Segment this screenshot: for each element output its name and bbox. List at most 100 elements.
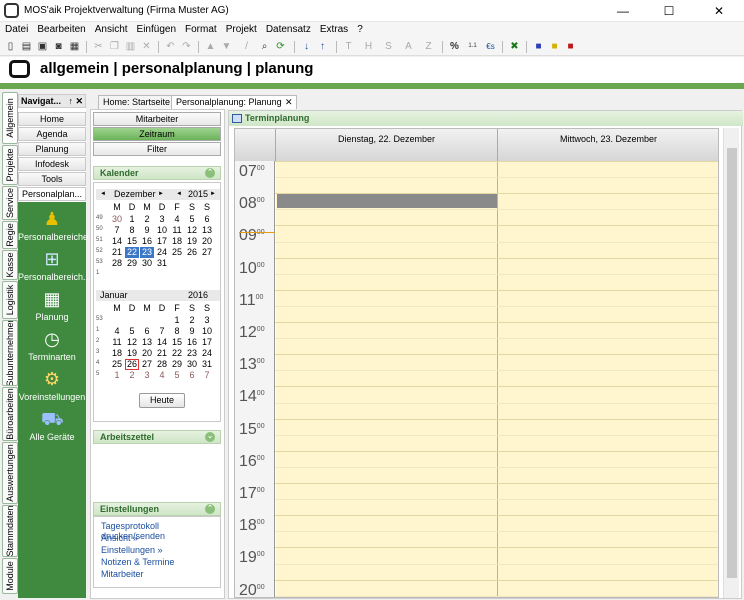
minimize-button[interactable]: —	[600, 0, 646, 22]
calendar-day[interactable]: 7	[155, 326, 169, 337]
calendar-day[interactable]: 16	[185, 337, 199, 348]
excel-icon[interactable]: ✖	[508, 40, 521, 53]
print-preview-icon[interactable]: ◙	[52, 40, 65, 53]
einstellungen-section-header[interactable]: Einstellungen ⌃	[93, 502, 221, 516]
calendar-day[interactable]: 24	[200, 348, 214, 359]
view-zeitraum-button[interactable]: Zeitraum	[93, 127, 221, 141]
arbeitszettel-section-header[interactable]: Arbeitszettel ⌄	[93, 430, 221, 444]
cut-icon[interactable]: ✂	[92, 40, 105, 53]
close-window-button[interactable]: ✕	[696, 0, 742, 22]
vtab-projekte[interactable]: Projekte	[2, 145, 18, 185]
link-ansicht[interactable]: Ansicht »	[101, 533, 138, 543]
calendar-day[interactable]: 6	[140, 326, 154, 337]
move-down-icon[interactable]: ▼	[220, 40, 233, 53]
calendar-day[interactable]: 6	[200, 214, 214, 225]
calendar-day[interactable]: 29	[125, 258, 139, 269]
vtab-module[interactable]: Module	[2, 558, 18, 594]
calendar-day[interactable]: 30	[110, 214, 124, 225]
calendar-day[interactable]: 21	[155, 348, 169, 359]
calendar-day[interactable]: 5	[185, 214, 199, 225]
calendar-day[interactable]: 18	[110, 348, 124, 359]
calendar-day[interactable]: 16	[140, 236, 154, 247]
nav-item-planung[interactable]: ▦ Planung	[18, 288, 86, 322]
kalender-section-header[interactable]: Kalender ⌃	[93, 166, 221, 180]
refresh-icon[interactable]: ⟳	[274, 40, 287, 53]
calendar-day[interactable]: 4	[155, 370, 169, 381]
calendar-day[interactable]: 27	[200, 247, 214, 258]
vertical-scrollbar[interactable]	[723, 128, 739, 598]
vtab-logistik[interactable]: Logistik	[2, 281, 18, 319]
calendar-day[interactable]: 4	[170, 214, 184, 225]
calendar-day[interactable]: 14	[155, 337, 169, 348]
vtab-service[interactable]: Service	[2, 186, 18, 220]
vtab-kasse[interactable]: Kasse	[2, 250, 18, 280]
sort-descending-icon[interactable]: ↑	[316, 40, 329, 53]
calendar-day[interactable]: 19	[125, 348, 139, 359]
tab-home-startseite[interactable]: Home: Startseite	[98, 95, 176, 109]
vtab-allgemein[interactable]: Allgemein	[2, 92, 18, 144]
nav-planung-button[interactable]: Planung	[18, 142, 86, 156]
calendar-day[interactable]: 14	[110, 236, 124, 247]
calendar-day[interactable]: 3	[140, 370, 154, 381]
calendar-day[interactable]: 21	[110, 247, 124, 258]
menu-extras[interactable]: Extras	[315, 22, 352, 35]
nav-personalplanung-button[interactable]: Personalplan...	[18, 187, 86, 201]
collapse-icon[interactable]: ⌃	[205, 168, 215, 178]
format-t-icon[interactable]: T	[342, 40, 355, 53]
menu-bearbeiten[interactable]: Bearbeiten	[32, 22, 89, 35]
calendar-day[interactable]: 5	[125, 326, 139, 337]
vtab-auswertungen[interactable]: Auswertungen	[2, 442, 18, 504]
calendar-day[interactable]: 31	[200, 359, 214, 370]
calendar-day[interactable]: 23	[140, 247, 154, 258]
close-icon[interactable]: ✕	[75, 95, 83, 107]
calendar-day[interactable]: 30	[185, 359, 199, 370]
calendar-day[interactable]: 28	[110, 258, 124, 269]
delete-icon[interactable]: ✕	[140, 40, 153, 53]
paste-icon[interactable]: ▥	[124, 40, 137, 53]
menu-format[interactable]: Format	[180, 22, 221, 35]
calendar-day[interactable]: 10	[200, 326, 214, 337]
calendar-day[interactable]: 2	[125, 370, 139, 381]
nav-item-personalbereiche[interactable]: ♟ Personalbereiche	[18, 208, 88, 242]
calendar-day[interactable]: 2	[185, 315, 199, 326]
calendar-day[interactable]: 1	[125, 214, 139, 225]
move-up-icon[interactable]: ▲	[204, 40, 217, 53]
calendar-day[interactable]: 25	[170, 247, 184, 258]
sort-ascending-icon[interactable]: ↓	[300, 40, 313, 53]
menu-datei[interactable]: Datei	[0, 22, 32, 35]
view-mitarbeiter-button[interactable]: Mitarbeiter	[93, 112, 221, 126]
nav-agenda-button[interactable]: Agenda	[18, 127, 86, 141]
menu-datensatz[interactable]: Datensatz	[261, 22, 315, 35]
calendar-day[interactable]: 3	[200, 315, 214, 326]
calendar-day[interactable]: 15	[170, 337, 184, 348]
pen-icon[interactable]: /	[240, 40, 253, 53]
calendar-day[interactable]: 18	[170, 236, 184, 247]
format-z-icon[interactable]: Z	[422, 40, 435, 53]
vtab-regie[interactable]: Regie	[2, 221, 18, 249]
calendar-day[interactable]: 11	[110, 337, 124, 348]
calendar-day[interactable]: 26	[125, 359, 139, 370]
nav-home-button[interactable]: Home	[18, 112, 86, 126]
percent-icon[interactable]: %	[448, 40, 461, 53]
nav-item-terminarten[interactable]: ◷ Terminarten	[18, 328, 86, 362]
undo-icon[interactable]: ↶	[164, 40, 177, 53]
vtab-stammdaten[interactable]: Stammdaten	[2, 505, 18, 557]
calendar-day[interactable]: 4	[110, 326, 124, 337]
prev-month-icon[interactable]: ◄	[100, 189, 106, 200]
lock-yellow-icon[interactable]: ■	[548, 40, 561, 53]
calendar-day[interactable]: 17	[155, 236, 169, 247]
calendar-day[interactable]: 12	[125, 337, 139, 348]
format-s-icon[interactable]: S	[382, 40, 395, 53]
calendar-day[interactable]: 10	[155, 225, 169, 236]
calendar-day[interactable]: 27	[140, 359, 154, 370]
vtab-bueroarbeiten[interactable]: Büroarbeiten	[2, 387, 18, 441]
nav-infodesk-button[interactable]: Infodesk	[18, 157, 86, 171]
menu-projekt[interactable]: Projekt	[221, 22, 261, 35]
calendar-day[interactable]: 22	[125, 247, 139, 258]
next-year-icon[interactable]: ►	[210, 189, 216, 200]
calendar-day[interactable]: 13	[140, 337, 154, 348]
busy-block[interactable]	[277, 194, 497, 208]
calendar-day[interactable]: 20	[140, 348, 154, 359]
calendar-day[interactable]: 2	[140, 214, 154, 225]
calendar-day[interactable]: 3	[155, 214, 169, 225]
